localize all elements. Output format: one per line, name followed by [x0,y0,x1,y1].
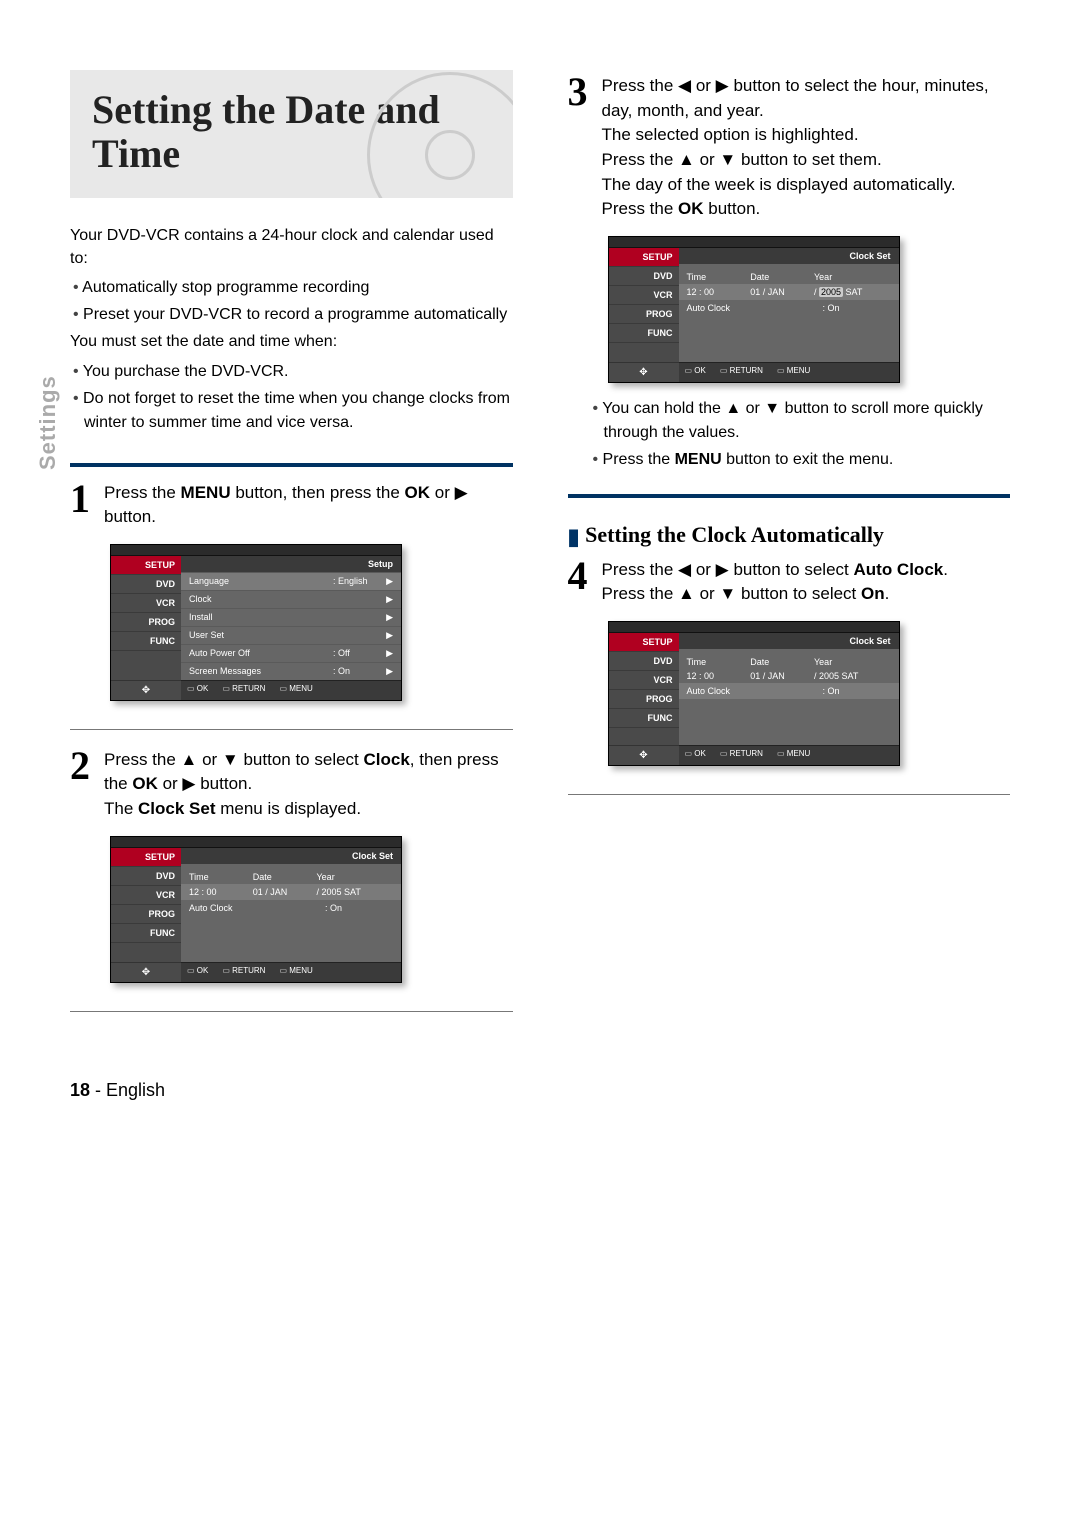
osd-setup-screenshot: SETUP DVD VCR PROG FUNC Setup Language: … [110,544,402,701]
step-text: Press the ▲ or ▼ button to select Clock,… [104,748,513,822]
step3-note: You can hold the ▲ or ▼ button to scroll… [604,397,1011,445]
page-footer: 18 - English [70,1080,1010,1101]
step-number: 4 [568,558,592,607]
divider-thin [70,1011,513,1012]
divider-thin [70,729,513,730]
step-text: Press the MENU button, then press the OK… [104,481,513,530]
subheading: Setting the Clock Automatically [568,522,1011,550]
osd-bottom-bar: OKRETURNMENU [181,680,401,700]
step-number: 1 [70,481,94,530]
osd-sidebar-item: DVD [111,575,181,594]
intro2-text: You must set the date and time when: [70,330,513,353]
right-column: 3 Press the ◀ or ▶ button to select the … [568,70,1011,1030]
page-number: 18 [70,1080,90,1100]
section-tab: Settings [35,375,61,470]
osd-clock-screenshot-3: SETUP DVD VCR PROG FUNC Clock Set TimeDa… [608,236,900,383]
step-2: 2 Press the ▲ or ▼ button to select Cloc… [70,748,513,822]
divider-thin [568,794,1011,795]
step-text: Press the ◀ or ▶ button to select Auto C… [602,558,948,607]
osd-sidebar-item: FUNC [111,632,181,651]
osd-clock-screenshot-4: SETUP DVD VCR PROG FUNC Clock Set TimeDa… [608,621,900,766]
step-1: 1 Press the MENU button, then press the … [70,481,513,530]
osd-sidebar-item: PROG [111,613,181,632]
intro-bullet: Preset your DVD-VCR to record a programm… [84,303,513,327]
osd-row: Language: English▶ [181,572,401,590]
intro2-bullet: Do not forget to reset the time when you… [84,387,513,435]
osd-clock-screenshot: SETUP DVD VCR PROG FUNC Clock Set TimeDa… [110,836,402,983]
left-column: Setting the Date and Time Your DVD-VCR c… [70,70,513,1030]
divider [568,494,1011,498]
osd-sidebar-item: SETUP [111,556,181,575]
step-3: 3 Press the ◀ or ▶ button to select the … [568,74,1011,222]
osd-row: Clock▶ [181,590,401,608]
osd-sidebar-item: VCR [111,594,181,613]
nav-icon: ✥ [111,680,181,700]
osd-header: Setup [181,556,401,572]
divider [70,463,513,467]
title-box: Setting the Date and Time [70,70,513,198]
footer-lang: English [106,1080,165,1100]
step-text: Press the ◀ or ▶ button to select the ho… [602,74,1011,222]
step-number: 3 [568,74,592,222]
step-number: 2 [70,748,94,822]
intro-bullet: Automatically stop programme recording [84,276,513,300]
step-4: 4 Press the ◀ or ▶ button to select Auto… [568,558,1011,607]
step3-note: Press the MENU button to exit the menu. [604,448,1011,472]
intro2-bullet: You purchase the DVD-VCR. [84,360,513,384]
intro-text: Your DVD-VCR contains a 24-hour clock an… [70,224,513,270]
